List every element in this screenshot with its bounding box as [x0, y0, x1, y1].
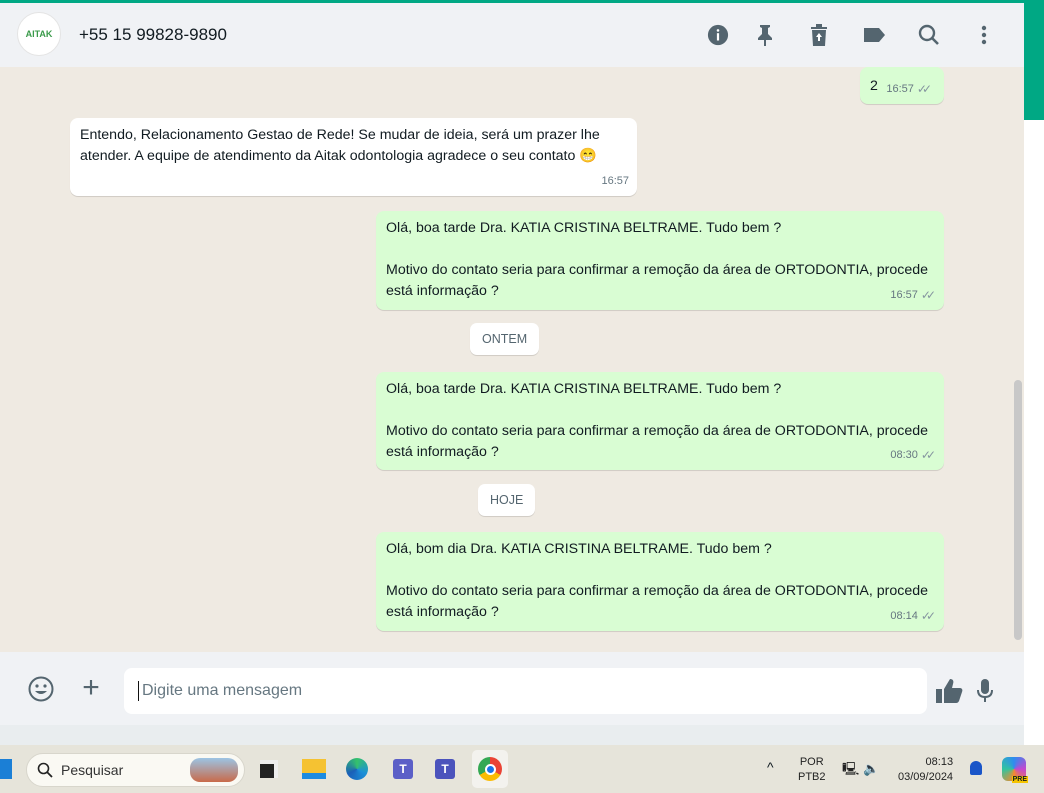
read-ticks-icon: ✓✓	[920, 288, 936, 302]
message-text: Olá, boa tarde Dra. KATIA CRISTINA BELTR…	[386, 381, 782, 397]
microphone-icon[interactable]	[974, 677, 996, 705]
message-time: 16:57	[886, 83, 914, 95]
clock[interactable]: 08:13 03/09/2024	[898, 755, 953, 785]
tray-overflow-icon[interactable]: ^	[767, 759, 774, 775]
message-outgoing: Olá, boa tarde Dra. KATIA CRISTINA BELTR…	[376, 372, 944, 470]
search-icon[interactable]	[917, 23, 941, 47]
message-time: 16:57	[890, 289, 918, 301]
teams-work-icon[interactable]: T	[430, 754, 460, 784]
copilot-badge: PRE	[1011, 776, 1028, 783]
message-text: Olá, bom dia Dra. KATIA CRISTINA BELTRAM…	[386, 541, 772, 557]
clock-date: 03/09/2024	[898, 771, 954, 783]
message-text: Olá, boa tarde Dra. KATIA CRISTINA BELTR…	[386, 220, 782, 236]
read-ticks-icon: ✓✓	[920, 448, 936, 462]
network-volume-icon[interactable]: 🖳 🔈	[842, 761, 879, 776]
taskbar-search[interactable]: Pesquisar	[26, 753, 245, 787]
message-text: Motivo do contato seria para confirmar a…	[386, 583, 929, 620]
message-outgoing: Olá, bom dia Dra. KATIA CRISTINA BELTRAM…	[376, 532, 944, 631]
message-text: Motivo do contato seria para confirmar a…	[386, 423, 929, 460]
start-icon[interactable]	[0, 759, 12, 779]
delete-icon[interactable]	[807, 23, 831, 47]
message-incoming: Entendo, Relacionamento Gestao de Rede! …	[70, 118, 637, 196]
scrollbar[interactable]	[1014, 380, 1022, 640]
chat-header: AITAK +55 15 99828-9890	[0, 3, 1024, 67]
info-icon[interactable]	[706, 23, 730, 47]
teams-icon[interactable]: T	[388, 754, 418, 784]
message-outgoing: Olá, boa tarde Dra. KATIA CRISTINA BELTR…	[376, 211, 944, 310]
language-indicator[interactable]: POR PTB2	[798, 755, 826, 785]
language-code: POR	[799, 756, 824, 768]
window-accent-strip	[1024, 3, 1044, 120]
message-list: 2 16:57 ✓✓ Entendo, Relacionamento Gestao…	[0, 67, 1024, 652]
menu-icon[interactable]	[972, 23, 996, 47]
date-separator: HOJE	[478, 484, 536, 516]
date-separator: ONTEM	[470, 323, 540, 355]
keyboard-layout: PTB2	[798, 771, 826, 783]
notification-bell-icon[interactable]	[970, 761, 982, 775]
chrome-icon[interactable]	[472, 750, 508, 788]
message-time: 16:57	[601, 175, 629, 187]
message-time: 08:14	[890, 610, 918, 622]
attach-plus-icon[interactable]: +	[78, 671, 104, 704]
thumbs-up-icon[interactable]	[934, 677, 964, 705]
search-highlight-image	[190, 758, 238, 782]
task-view-icon[interactable]	[254, 754, 284, 784]
file-explorer-icon[interactable]	[299, 754, 329, 784]
read-ticks-icon: ✓✓	[916, 82, 932, 96]
contact-name[interactable]: +55 15 99828-9890	[79, 25, 227, 45]
label-icon[interactable]	[862, 23, 886, 47]
emoji-icon[interactable]	[27, 675, 55, 703]
copilot-icon[interactable]: PRE	[1002, 757, 1028, 783]
windows-taskbar: Pesquisar T T ^ POR PTB2 🖳 🔈 08:13 03/09/2…	[0, 745, 1044, 793]
pin-icon[interactable]	[753, 23, 777, 47]
message-input[interactable]: Digite uma mensagem	[124, 668, 927, 714]
window-background	[1024, 120, 1044, 745]
read-ticks-icon: ✓✓	[920, 609, 936, 623]
message-text: Entendo, Relacionamento Gestao de Rede! …	[80, 127, 600, 164]
message-text: 2	[870, 78, 878, 94]
search-label: Pesquisar	[61, 762, 124, 778]
clock-time: 08:13	[925, 756, 954, 768]
message-time: 08:30	[890, 449, 918, 461]
message-outgoing: 2 16:57 ✓✓	[860, 67, 944, 104]
edge-icon[interactable]	[342, 754, 372, 784]
contact-avatar[interactable]: AITAK	[17, 12, 61, 56]
input-placeholder: Digite uma mensagem	[142, 682, 303, 700]
composer: + Digite uma mensagem	[0, 652, 1024, 725]
message-text: Motivo do contato seria para confirmar a…	[386, 262, 929, 299]
